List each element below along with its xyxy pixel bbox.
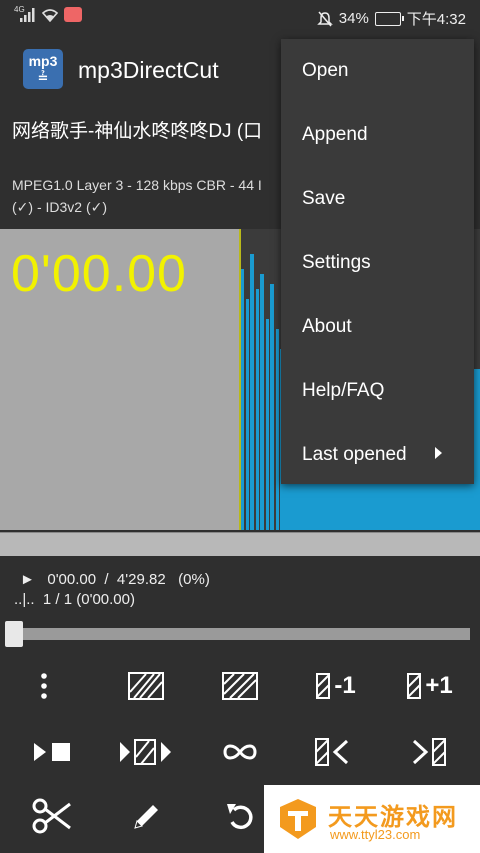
menu-item-last-opened-label: Last opened — [302, 444, 407, 465]
wifi-icon — [42, 8, 58, 22]
go-to-end-icon — [412, 738, 446, 766]
app-logo-icon: mp3 ≟ — [23, 49, 63, 89]
playback-position: ► 0'00.00 / 4'29.82 (0%) — [20, 571, 210, 588]
file-info: MPEG1.0 Layer 3 - 128 kbps CBR - 44 I (✓… — [12, 174, 302, 218]
file-info-line2: (✓) - ID3v2 (✓) — [12, 199, 108, 215]
menu-item-save[interactable]: Save — [281, 167, 474, 231]
app-title: mp3DirectCut — [78, 57, 219, 83]
status-left: 4G — [14, 5, 82, 22]
menu-item-last-opened[interactable]: Last opened — [281, 423, 474, 487]
status-bar: 4G 34% 下午4:32 — [0, 0, 480, 33]
select-all-icon — [222, 672, 258, 700]
cue-position: ..|.. 1 / 1 (0'00.00) — [14, 591, 135, 608]
prev-minus-button[interactable]: -1 — [301, 660, 371, 712]
battery-icon — [374, 11, 404, 26]
status-right: 34% 下午4:32 — [316, 8, 466, 29]
select-region-button[interactable] — [111, 660, 181, 712]
go-to-start-icon — [315, 738, 349, 766]
waveform-scrollbar[interactable] — [0, 532, 480, 556]
watermark-url: www.ttyl23.com — [330, 827, 421, 842]
loop-button[interactable] — [205, 726, 275, 778]
go-to-start-button[interactable] — [298, 726, 368, 778]
next-plus-button[interactable]: +1 — [395, 660, 465, 712]
cut-button[interactable] — [17, 790, 87, 842]
pencil-icon — [134, 805, 158, 829]
clock: 下午4:32 — [406, 11, 466, 28]
watermark-logo-icon — [280, 799, 316, 839]
more-vert-button[interactable] — [9, 660, 79, 712]
scissors-icon — [32, 798, 71, 834]
menu-item-open[interactable]: Open — [281, 39, 474, 103]
select-all-button[interactable] — [205, 660, 275, 712]
position-slider-thumb[interactable] — [5, 621, 23, 647]
edit-button[interactable] — [112, 790, 182, 842]
watermark: 天天游戏网 www.ttyl23.com — [264, 785, 480, 853]
submenu-arrow-icon — [435, 447, 442, 459]
overflow-menu: Open Append Save Settings About Help/FAQ… — [281, 39, 474, 484]
select-region-icon — [128, 672, 164, 700]
menu-item-append[interactable]: Append — [281, 103, 474, 167]
minus-one-label: -1 — [334, 672, 356, 699]
play-stop-icon — [34, 743, 70, 761]
play-selection-icon — [120, 739, 171, 765]
go-to-end-button[interactable] — [393, 726, 463, 778]
file-title: 网络歌手-神仙水咚咚咚DJ (口 — [12, 121, 263, 142]
play-to-end-button[interactable] — [17, 726, 87, 778]
menu-item-help[interactable]: Help/FAQ — [281, 359, 474, 423]
position-slider-track[interactable] — [8, 628, 470, 640]
current-time-display: 0'00.00 — [11, 245, 187, 303]
file-info-line1: MPEG1.0 Layer 3 - 128 kbps CBR - 44 I — [12, 177, 262, 193]
play-selection-button[interactable] — [112, 726, 182, 778]
infinity-icon — [223, 744, 257, 760]
mute-bell-icon — [316, 11, 333, 26]
cursor-line — [239, 229, 241, 530]
undo-icon — [227, 804, 253, 830]
menu-item-settings[interactable]: Settings — [281, 231, 474, 295]
prev-minus-icon — [316, 673, 331, 699]
battery-percent: 34% — [338, 10, 369, 27]
more-vert-icon — [41, 673, 47, 699]
notification-app-icon — [64, 7, 82, 22]
next-plus-icon — [407, 673, 422, 699]
app-logo-text: mp3 — [28, 53, 58, 69]
network-type: 4G — [14, 5, 25, 14]
menu-item-about[interactable]: About — [281, 295, 474, 359]
plus-one-label: +1 — [425, 672, 453, 699]
